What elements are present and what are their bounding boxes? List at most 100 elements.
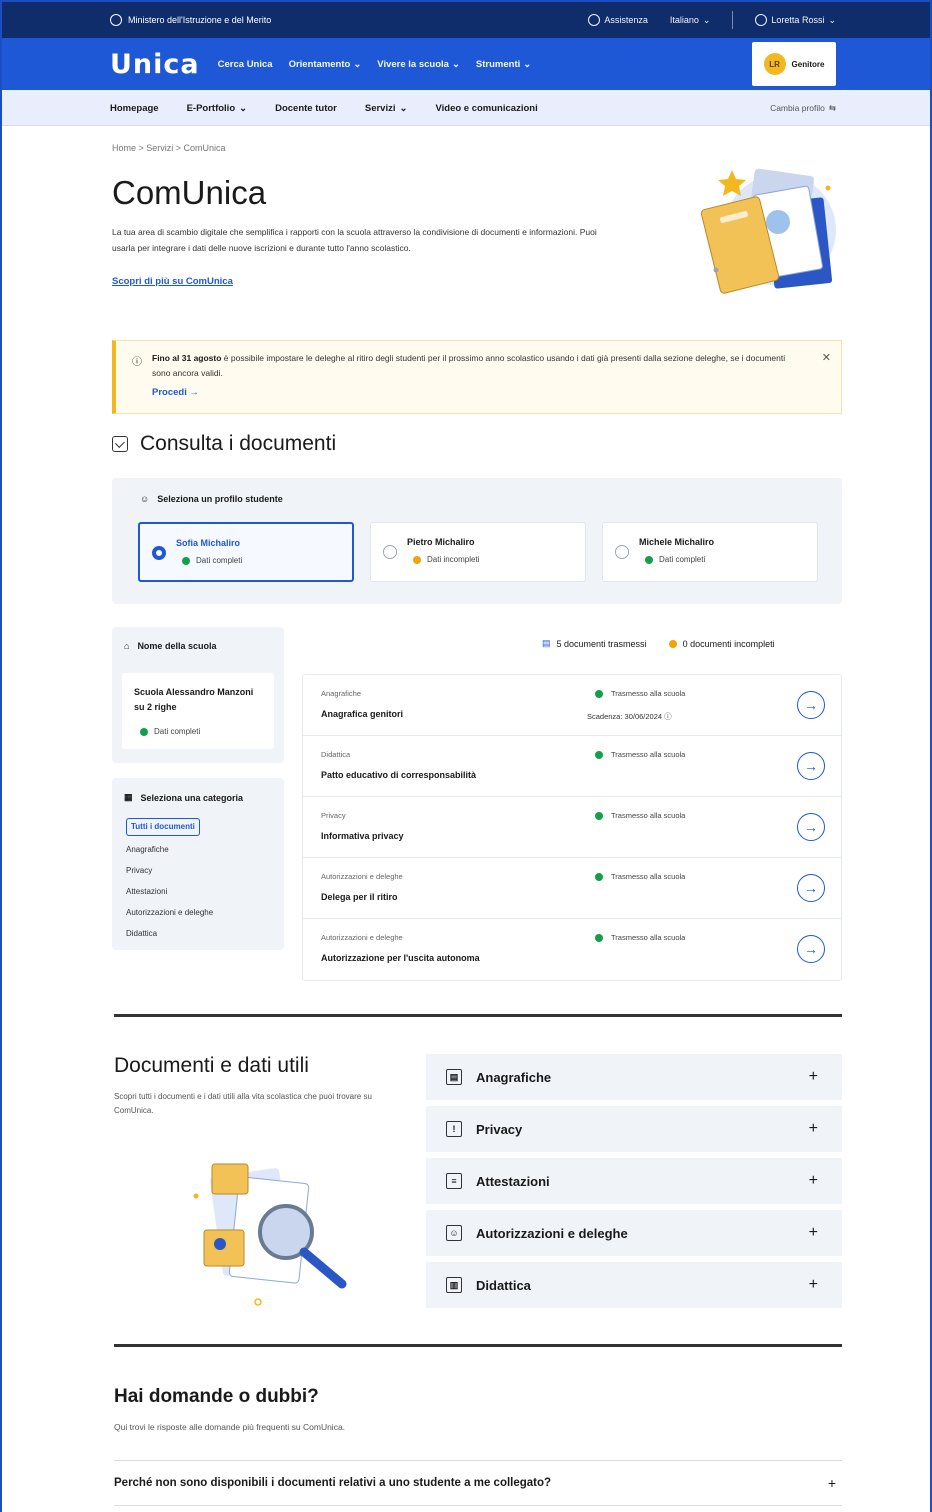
school-panel: ⌂ Nome della scuola Scuola Alessandro Ma… <box>112 627 284 763</box>
user-role: Genitore <box>791 59 825 69</box>
profile-selector: ☺ Seleziona un profilo studente Sofia Mi… <box>112 478 842 604</box>
radio-button[interactable] <box>383 545 397 559</box>
school-card[interactable]: Scuola Alessandro Manzoni su 2 righe Dat… <box>122 673 274 749</box>
nav-label: Orientamento <box>288 58 351 70</box>
arrow-right-circle-icon[interactable]: → <box>797 813 825 841</box>
faq-item[interactable]: Perché non sono disponibili i documenti … <box>114 1460 842 1506</box>
category-item-anagrafiche[interactable]: Anagrafiche <box>126 839 213 860</box>
document-title: Anagrafica genitori <box>321 709 404 719</box>
book-icon: ▥ <box>446 1277 462 1293</box>
subnav-label: Homepage <box>110 102 159 114</box>
user-profile-box[interactable]: LR Genitore <box>752 42 836 86</box>
discover-more-link[interactable]: Scopri di più su ComUnica <box>112 276 233 287</box>
breadcrumb[interactable]: Home > Servizi > ComUnica <box>112 143 226 153</box>
document-title: Delega per il ritiro <box>321 892 398 902</box>
category-item-all[interactable]: Tutti i documenti <box>126 818 200 836</box>
unica-logo[interactable]: Unica <box>110 49 200 80</box>
subnav-eportfolio[interactable]: E-Portfolio ⌄ <box>187 103 248 114</box>
accordion-label: Privacy <box>476 1121 523 1137</box>
legend-sent: ▤ 5 documenti trasmessi <box>542 638 647 649</box>
page-frame: Ministero dell'Istruzione e del Merito A… <box>0 0 932 1512</box>
document-row[interactable]: Didattica Patto educativo di corresponsa… <box>303 736 841 797</box>
status-dot <box>668 639 677 648</box>
category-item-didattica[interactable]: Didattica <box>126 923 213 944</box>
swap-icon: ⇆ <box>828 102 836 113</box>
arrow-right-circle-icon[interactable]: → <box>797 874 825 902</box>
radio-button[interactable] <box>615 545 629 559</box>
status-label: Trasmesso alla scuola <box>611 750 686 759</box>
status-label: Dati completi <box>659 555 706 564</box>
profile-status: Dati incompleti <box>413 555 479 564</box>
document-category: Privacy <box>321 811 346 820</box>
category-item-attestazioni[interactable]: Attestazioni <box>126 881 213 902</box>
change-profile-link[interactable]: Cambia profilo ⇆ <box>770 103 836 114</box>
ministry-link[interactable]: Ministero dell'Istruzione e del Merito <box>110 14 271 26</box>
chevron-down-icon: ⌄ <box>523 58 532 70</box>
arrow-right-circle-icon[interactable]: → <box>797 752 825 780</box>
accordion-didattica[interactable]: ▥ Didattica + <box>426 1262 842 1308</box>
category-item-privacy[interactable]: Privacy <box>126 860 213 881</box>
status-dot <box>595 689 603 698</box>
info-alert: ⓘ Fino al 31 agosto è possibile impostar… <box>112 340 842 414</box>
profile-name: Pietro Michaliro <box>407 537 475 547</box>
accordion-autorizzazioni[interactable]: ☺ Autorizzazioni e deleghe + <box>426 1210 842 1256</box>
document-row[interactable]: Anagrafiche Anagrafica genitori Trasmess… <box>303 675 841 736</box>
accordion-anagrafiche[interactable]: ▤ Anagrafiche + <box>426 1054 842 1100</box>
nav-vivere-scuola[interactable]: Vivere la scuola ⌄ <box>377 59 460 70</box>
arrow-right-circle-icon[interactable]: → <box>797 691 825 719</box>
nav-orientamento[interactable]: Orientamento ⌄ <box>289 59 362 70</box>
page-title: ComUnica <box>112 174 267 211</box>
document-check-icon <box>112 436 128 452</box>
profile-card-sofia[interactable]: Sofia Michaliro Dati completi <box>138 522 354 582</box>
faq-desc: Qui trovi le risposte alle domande più f… <box>114 1422 346 1432</box>
faq-question: Perché non sono disponibili i documenti … <box>114 1477 552 1489</box>
close-icon[interactable]: ✕ <box>822 351 831 364</box>
language-label: Italiano <box>669 15 699 25</box>
subnav-homepage[interactable]: Homepage <box>110 103 159 114</box>
language-select[interactable]: Italiano ⌄ <box>670 15 711 26</box>
subnav-servizi[interactable]: Servizi ⌄ <box>365 103 408 114</box>
top-bar: Ministero dell'Istruzione e del Merito A… <box>2 2 930 38</box>
accordion-privacy[interactable]: ! Privacy + <box>426 1106 842 1152</box>
school-title-label: Nome della scuola <box>137 641 217 651</box>
alert-bold-text: Fino al 31 agosto <box>152 353 222 363</box>
radio-button[interactable] <box>152 546 166 560</box>
nav-label: Cerca Unica <box>217 58 273 70</box>
document-row[interactable]: Autorizzazioni e deleghe Delega per il r… <box>303 858 841 919</box>
status-label: Trasmesso alla scuola <box>611 933 686 942</box>
section-title: Consulta i documenti <box>140 432 337 455</box>
accordion-label: Anagrafiche <box>476 1069 552 1085</box>
chevron-down-icon: ⌄ <box>353 58 362 70</box>
document-row[interactable]: Autorizzazioni e deleghe Autorizzazione … <box>303 919 841 980</box>
assistance-label: Assistenza <box>604 15 648 25</box>
chevron-down-icon: ⌄ <box>239 102 248 114</box>
nav-strumenti[interactable]: Strumenti ⌄ <box>476 59 531 70</box>
subnav-label: E-Portfolio <box>186 102 236 114</box>
alert-text: Fino al 31 agosto è possibile impostare … <box>152 351 805 381</box>
document-title: Informativa privacy <box>321 831 404 841</box>
arrow-right-circle-icon[interactable]: → <box>797 935 825 963</box>
document-row[interactable]: Privacy Informativa privacy Trasmesso al… <box>303 797 841 858</box>
profile-card-michele[interactable]: Michele Michaliro Dati completi <box>602 522 818 582</box>
status-dot <box>595 933 603 942</box>
accordion-attestazioni[interactable]: ≡ Attestazioni + <box>426 1158 842 1204</box>
alert-proceed-link[interactable]: Procedi → <box>152 387 199 398</box>
alert-body-text: è possibile impostare le deleghe al riti… <box>152 353 786 378</box>
user-menu[interactable]: Loretta Rossi ⌄ <box>755 14 836 26</box>
subnav-docente-tutor[interactable]: Docente tutor <box>275 103 337 114</box>
profile-name: Sofia Michaliro <box>176 538 241 548</box>
status-dot <box>645 555 653 564</box>
profile-card-pietro[interactable]: Pietro Michaliro Dati incompleti <box>370 522 586 582</box>
user-name: Loretta Rossi <box>771 15 825 25</box>
category-item-autorizzazioni[interactable]: Autorizzazioni e deleghe <box>126 902 213 923</box>
status-label: Dati incompleti <box>427 555 480 564</box>
nav-cerca[interactable]: Cerca Unica <box>218 59 273 70</box>
assistance-link[interactable]: Assistenza <box>588 14 648 26</box>
documents-illustration <box>193 1163 347 1306</box>
status-label: Trasmesso alla scuola <box>611 811 686 820</box>
subnav-video[interactable]: Video e comunicazioni <box>435 103 537 114</box>
profile-status: Dati completi <box>182 556 242 565</box>
document-title: Patto educativo di corresponsabilità <box>321 770 477 780</box>
plus-icon: + <box>808 1172 818 1189</box>
arrow-right-icon: → <box>189 387 200 398</box>
